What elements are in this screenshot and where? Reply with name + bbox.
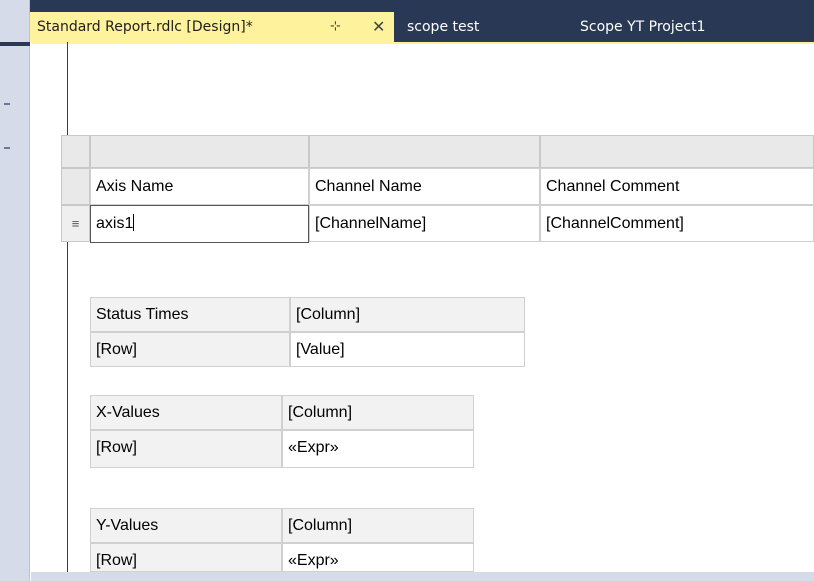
- cell-text: axis1: [96, 215, 134, 232]
- header-cell-channel-name[interactable]: Channel Name: [309, 168, 540, 205]
- matrix-corner-cell[interactable]: Y-Values: [90, 508, 282, 543]
- report-body-edge: [67, 42, 68, 572]
- tab-label: Standard Report.rdlc [Design]*: [37, 19, 253, 35]
- matrix-row-group-cell[interactable]: [Row]: [90, 332, 290, 367]
- column-handle[interactable]: [309, 135, 540, 168]
- column-handle[interactable]: [540, 135, 814, 168]
- matrix-value-cell[interactable]: «Expr»: [282, 430, 474, 468]
- matrix-corner-cell[interactable]: X-Values: [90, 395, 282, 430]
- matrix-column-group-cell[interactable]: [Column]: [290, 297, 525, 332]
- column-handle[interactable]: [90, 135, 309, 168]
- pin-icon[interactable]: ⊹: [330, 12, 341, 42]
- header-cell-axis-name[interactable]: Axis Name: [90, 168, 309, 205]
- tab-scope-yt-project1[interactable]: Scope YT Project1: [580, 12, 705, 42]
- bottom-scrollbar-track[interactable]: [31, 572, 814, 581]
- matrix-value-cell[interactable]: [Value]: [290, 332, 525, 367]
- matrix-column-group-cell[interactable]: [Column]: [282, 395, 474, 430]
- tab-scope-test[interactable]: scope test: [407, 12, 479, 42]
- close-icon[interactable]: ✕: [372, 12, 385, 42]
- matrix-row-group-cell[interactable]: [Row]: [90, 543, 282, 572]
- header-cell-channel-comment[interactable]: Channel Comment: [540, 168, 814, 205]
- panel-grip-mark: [4, 147, 10, 149]
- tab-standard-report-design[interactable]: Standard Report.rdlc [Design]* ⊹ ✕: [30, 12, 394, 42]
- tab-label: Scope YT Project1: [580, 19, 706, 35]
- matrix-column-group-cell[interactable]: [Column]: [282, 508, 474, 543]
- panel-grip-mark: [4, 103, 10, 105]
- detail-cell-axis-name[interactable]: axis1: [90, 205, 309, 243]
- details-row-handle[interactable]: ≡: [61, 205, 90, 242]
- detail-cell-channel-comment[interactable]: [ChannelComment]: [540, 205, 814, 242]
- panel-separator: [0, 42, 30, 46]
- matrix-corner-cell[interactable]: Status Times: [90, 297, 290, 332]
- tablix-corner-handle[interactable]: [61, 135, 90, 168]
- matrix-row-group-cell[interactable]: [Row]: [90, 430, 282, 468]
- tab-label: scope test: [407, 19, 480, 35]
- detail-cell-channel-name[interactable]: [ChannelName]: [309, 205, 540, 242]
- matrix-value-cell[interactable]: «Expr»: [282, 543, 474, 572]
- text-caret: [133, 214, 135, 231]
- left-tool-panel-edge: [0, 0, 30, 581]
- row-handle[interactable]: [61, 168, 90, 205]
